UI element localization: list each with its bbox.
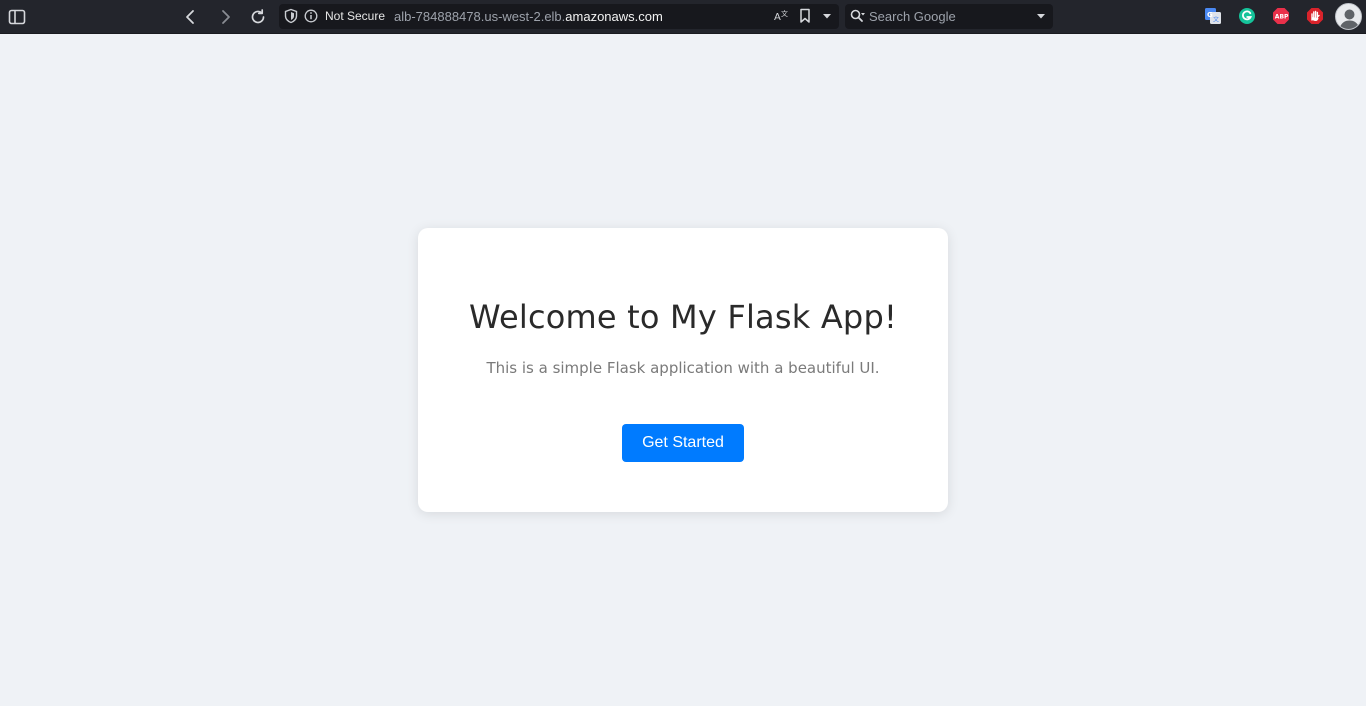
reload-button[interactable] bbox=[245, 4, 271, 30]
translate-page-icon[interactable]: A 文 bbox=[773, 8, 789, 24]
google-translate-extension[interactable]: G 文 bbox=[1204, 7, 1222, 25]
url-text[interactable]: alb-784888478.us-west-2.elb.amazonaws.co… bbox=[394, 9, 663, 24]
profile-avatar[interactable] bbox=[1335, 3, 1362, 30]
address-bar[interactable]: Not Secure alb-784888478.us-west-2.elb.a… bbox=[279, 4, 839, 29]
sidebar-toggle-button[interactable] bbox=[4, 4, 30, 30]
url-host: amazonaws.com bbox=[565, 9, 663, 24]
bookmark-icon[interactable] bbox=[799, 8, 811, 24]
get-started-button[interactable]: Get Started bbox=[622, 424, 744, 462]
back-button[interactable] bbox=[177, 4, 203, 30]
search-input[interactable] bbox=[869, 7, 1029, 26]
url-prefix: alb-784888478.us-west-2.elb. bbox=[394, 9, 566, 24]
google-translate-icon: G 文 bbox=[1205, 8, 1221, 24]
user-icon bbox=[1339, 9, 1360, 29]
stop-hand-extension[interactable] bbox=[1306, 7, 1324, 25]
sidebar-icon bbox=[8, 9, 26, 25]
adblock-plus-extension[interactable]: ABP bbox=[1272, 7, 1290, 25]
reload-icon bbox=[251, 9, 265, 24]
svg-text:A: A bbox=[774, 12, 781, 23]
page-title: Welcome to My Flask App! bbox=[469, 298, 897, 336]
page-subtitle: This is a simple Flask application with … bbox=[486, 359, 880, 377]
grammarly-extension[interactable] bbox=[1238, 7, 1256, 25]
browser-toolbar: Not Secure alb-784888478.us-west-2.elb.a… bbox=[0, 0, 1366, 34]
svg-text:ABP: ABP bbox=[1275, 14, 1289, 21]
grammarly-icon bbox=[1239, 8, 1255, 24]
shield-icon[interactable] bbox=[284, 8, 298, 24]
welcome-card: Welcome to My Flask App! This is a simpl… bbox=[418, 228, 948, 512]
search-bar[interactable] bbox=[845, 4, 1053, 29]
svg-text:文: 文 bbox=[1213, 16, 1219, 24]
security-status-label[interactable]: Not Secure bbox=[325, 9, 385, 23]
adblock-plus-icon: ABP bbox=[1273, 8, 1289, 24]
stop-hand-icon bbox=[1307, 8, 1323, 24]
chevron-down-icon[interactable] bbox=[1035, 10, 1047, 22]
arrow-right-icon bbox=[222, 10, 230, 24]
arrow-left-icon bbox=[186, 10, 194, 24]
chevron-down-icon[interactable] bbox=[821, 10, 833, 22]
forward-button[interactable] bbox=[213, 4, 239, 30]
svg-text:文: 文 bbox=[781, 9, 788, 18]
info-icon[interactable] bbox=[304, 9, 318, 23]
search-icon bbox=[850, 9, 865, 22]
